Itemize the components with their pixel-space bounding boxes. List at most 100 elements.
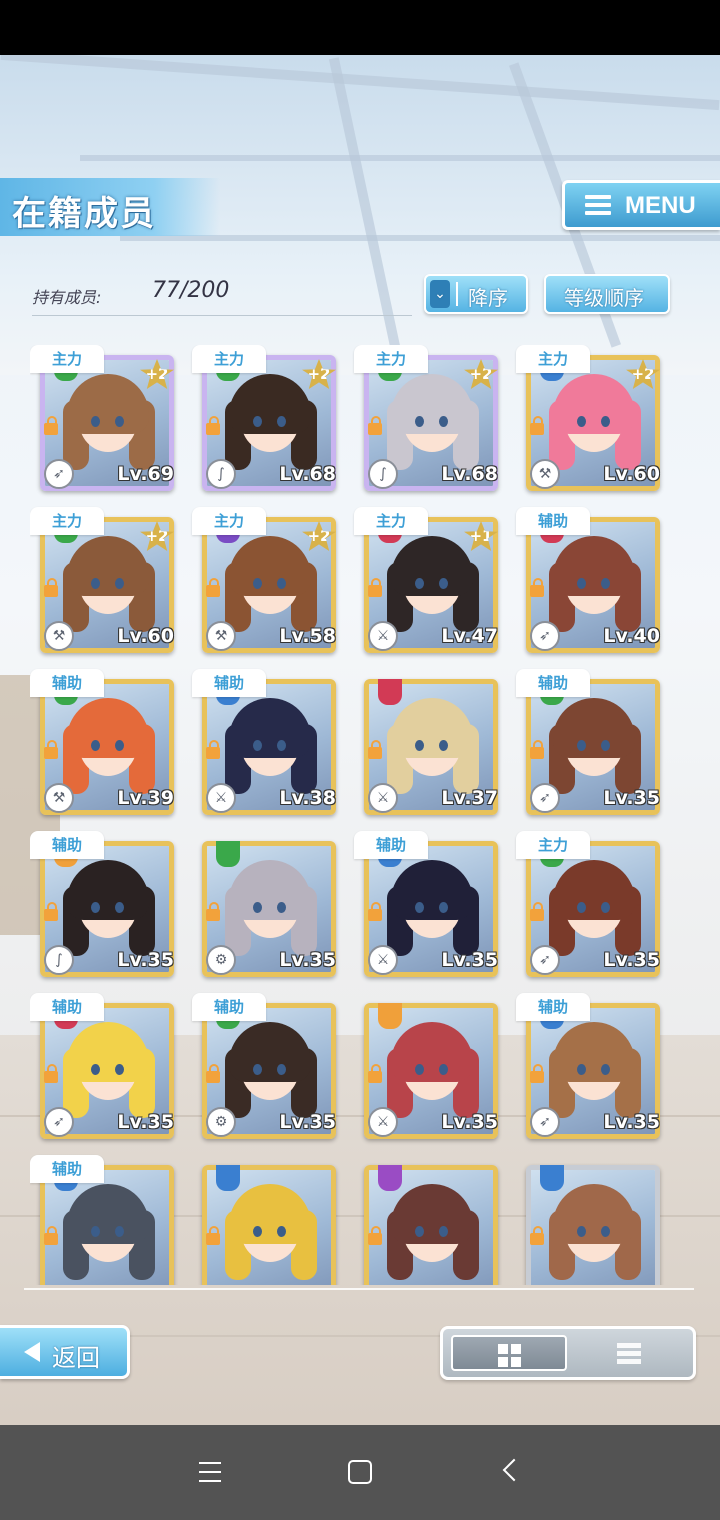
member-card[interactable]: 辅助 — [30, 1155, 174, 1285]
level-label: Lv.39 — [117, 787, 174, 809]
eye-shape — [415, 416, 424, 427]
list-icon — [617, 1343, 641, 1365]
member-card[interactable]: ⚔ Lv.35 — [354, 993, 498, 1139]
role-tag: 辅助 — [30, 1155, 104, 1183]
spear-weapon-icon: ➶ — [530, 1107, 560, 1137]
member-card[interactable]: 辅助 ⚙ Lv.35 — [192, 993, 336, 1139]
eye-shape — [415, 1064, 424, 1075]
member-card[interactable]: 主力 +2 ⚒ Lv.60 — [516, 345, 660, 491]
whip-weapon-icon: ∫ — [206, 459, 236, 489]
hair-shape — [229, 1184, 311, 1244]
member-card[interactable]: ⚔ Lv.37 — [354, 669, 498, 815]
member-card[interactable]: 辅助 ∫ Lv.35 — [30, 831, 174, 977]
recents-icon[interactable] — [199, 1462, 221, 1482]
background-beam — [80, 155, 720, 161]
eye-shape — [115, 902, 124, 913]
attribute-icon — [216, 841, 240, 867]
member-card[interactable]: 辅助 ➶ Lv.35 — [516, 669, 660, 815]
eye-shape — [415, 740, 424, 751]
list-view-button[interactable] — [571, 1335, 687, 1371]
attribute-icon — [378, 1003, 402, 1029]
grid-icon — [498, 1344, 522, 1368]
eye-shape — [91, 578, 100, 589]
member-card[interactable]: 辅助 ⚒ Lv.39 — [30, 669, 174, 815]
eye-shape — [253, 740, 262, 751]
eye-shape — [439, 902, 448, 913]
eye-shape — [601, 902, 610, 913]
eye-shape — [91, 416, 100, 427]
member-card[interactable]: 主力 +2 ∫ Lv.68 — [354, 345, 498, 491]
member-card[interactable] — [192, 1155, 336, 1285]
back-arrow-icon — [24, 1342, 40, 1362]
sword-weapon-icon: ⚔ — [368, 621, 398, 651]
back-button[interactable]: 返回 — [0, 1325, 130, 1379]
hair-shape — [67, 1184, 149, 1244]
member-card[interactable] — [354, 1155, 498, 1285]
lock-icon — [44, 902, 58, 921]
spear-weapon-icon: ➶ — [530, 783, 560, 813]
hammer-weapon-icon: ⚒ — [206, 621, 236, 651]
member-card[interactable]: 辅助 ⚔ Lv.35 — [354, 831, 498, 977]
role-tag: 辅助 — [30, 669, 104, 697]
role-tag: 辅助 — [516, 507, 590, 535]
sort-key-button[interactable]: 等级顺序 — [544, 274, 670, 314]
member-card[interactable]: ⚙ Lv.35 — [192, 831, 336, 977]
hair-shape — [553, 1022, 635, 1082]
member-card[interactable]: 主力 ➶ Lv.35 — [516, 831, 660, 977]
level-label: Lv.69 — [117, 463, 174, 485]
menu-button[interactable]: MENU — [562, 180, 720, 230]
hair-shape — [553, 536, 635, 596]
eye-shape — [601, 1064, 610, 1075]
home-icon[interactable] — [348, 1460, 372, 1484]
member-card[interactable]: 辅助 ➶ Lv.40 — [516, 507, 660, 653]
eye-shape — [415, 1226, 424, 1237]
level-label: Lv.35 — [603, 787, 660, 809]
level-label: Lv.35 — [117, 949, 174, 971]
member-card[interactable]: 主力 +1 ⚔ Lv.47 — [354, 507, 498, 653]
eye-shape — [253, 902, 262, 913]
divider — [24, 1288, 694, 1290]
lock-icon — [368, 1064, 382, 1083]
eye-shape — [115, 1226, 124, 1237]
hair-shape — [553, 374, 635, 434]
eye-shape — [415, 578, 424, 589]
divider — [456, 282, 458, 306]
hammer-weapon-icon: ⚒ — [44, 621, 74, 651]
member-grid[interactable]: 主力 +2 ➶ Lv.69 主力 +2 ∫ Lv.68 主力 +2 ∫ Lv.68 主力 +2 ⚒ Lv.60… — [30, 345, 690, 1285]
member-card[interactable]: 主力 +2 ⚒ Lv.60 — [30, 507, 174, 653]
member-card[interactable]: 辅助 ➶ Lv.35 — [516, 993, 660, 1139]
lock-icon — [44, 1064, 58, 1083]
hair-shape — [553, 1184, 635, 1244]
eye-shape — [577, 578, 586, 589]
spear-weapon-icon: ➶ — [44, 459, 74, 489]
hammer-weapon-icon: ⚒ — [530, 459, 560, 489]
whip-weapon-icon: ∫ — [368, 459, 398, 489]
grid-view-button[interactable] — [451, 1335, 567, 1371]
member-card[interactable]: 辅助 ➶ Lv.35 — [30, 993, 174, 1139]
spear-weapon-icon: ➶ — [530, 945, 560, 975]
attribute-icon — [378, 1165, 402, 1191]
role-tag: 辅助 — [516, 669, 590, 697]
eye-shape — [253, 416, 262, 427]
eye-shape — [115, 416, 124, 427]
eye-shape — [115, 578, 124, 589]
member-card[interactable]: 主力 +2 ⚒ Lv.58 — [192, 507, 336, 653]
role-tag: 辅助 — [516, 993, 590, 1021]
eye-shape — [277, 578, 286, 589]
sort-order-button[interactable]: ⌄ 降序 — [424, 274, 528, 314]
role-tag: 主力 — [516, 831, 590, 859]
view-mode-toggle[interactable] — [440, 1326, 696, 1380]
role-tag: 辅助 — [30, 993, 104, 1021]
member-card[interactable] — [516, 1155, 660, 1285]
hammer-weapon-icon: ⚒ — [44, 783, 74, 813]
level-label: Lv.68 — [441, 463, 498, 485]
member-card[interactable]: 辅助 ⚔ Lv.38 — [192, 669, 336, 815]
eye-shape — [115, 1064, 124, 1075]
member-card[interactable]: 主力 +2 ∫ Lv.68 — [192, 345, 336, 491]
lock-icon — [368, 578, 382, 597]
role-tag: 主力 — [30, 507, 104, 535]
role-tag: 辅助 — [192, 993, 266, 1021]
member-count-value: 77/200 — [152, 278, 230, 303]
role-tag: 主力 — [354, 507, 428, 535]
member-card[interactable]: 主力 +2 ➶ Lv.69 — [30, 345, 174, 491]
